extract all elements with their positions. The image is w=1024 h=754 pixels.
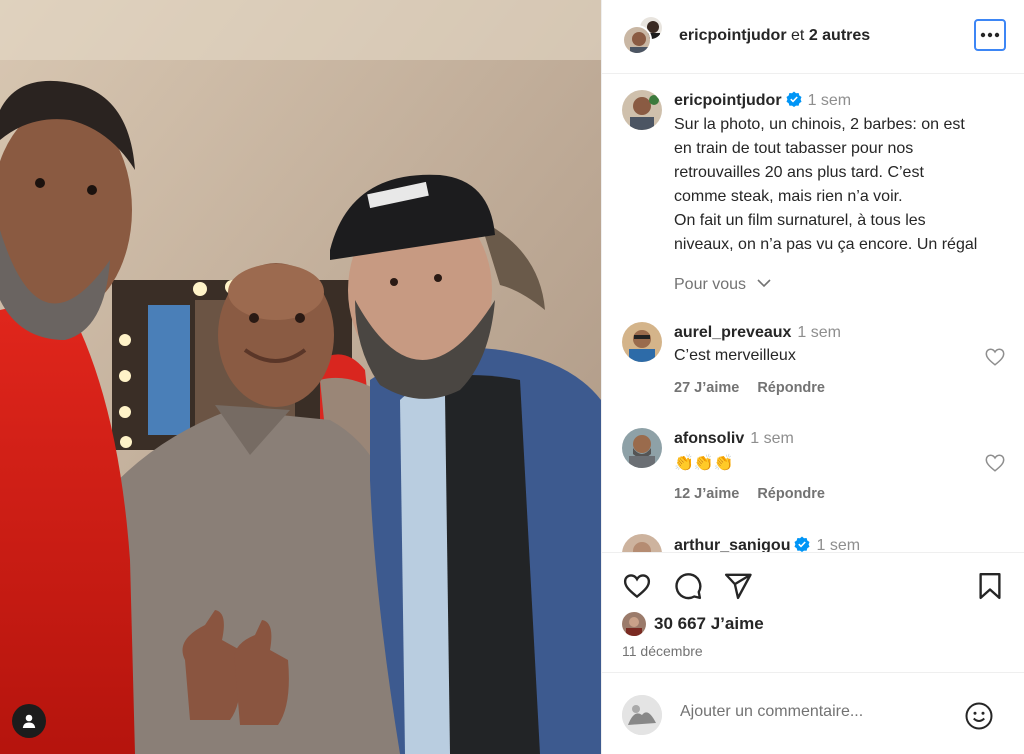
likes-count[interactable]: 30 667 J’aime [654,614,764,634]
heart-icon[interactable] [622,571,652,601]
comment-bubble-icon[interactable] [673,571,703,601]
paper-plane-icon[interactable] [723,571,753,601]
header-connector: et [791,27,805,44]
comment-header: aurel_preveaux 1 sem [674,324,841,342]
post-photo [0,0,601,754]
comment-username[interactable]: aurel_preveaux [674,324,791,341]
comment-time: 1 sem [797,324,841,341]
collaborators-avatars[interactable] [622,15,666,59]
comment-text: 👏👏👏 [674,455,734,472]
comment-username[interactable]: arthur_sanigou [674,537,790,552]
avatar [622,25,652,55]
caption-username[interactable]: ericpointjudor [674,92,782,109]
reply-button[interactable]: Répondre [757,486,825,502]
comment-input[interactable] [680,703,950,721]
verified-badge-icon [786,91,802,107]
header-username[interactable]: ericpointjudor [679,27,787,44]
post-actions: 30 667 J’aime 11 décembre [602,552,1024,672]
more-options-button[interactable] [974,19,1006,51]
add-comment-bar [602,672,1024,754]
comment-avatar[interactable] [622,322,662,362]
post-side-panel: ericpointjudor et 2 autres ericpointjudo… [601,0,1024,754]
reply-button[interactable]: Répondre [757,380,825,396]
comment-likes[interactable]: 12 J’aime [674,486,739,502]
pour-vous-dropdown[interactable]: Pour vous [674,276,771,294]
likes-summary[interactable]: 30 667 J’aime [622,612,764,636]
verified-badge-icon [794,536,810,552]
header-title: ericpointjudor et 2 autres [679,27,870,45]
pour-vous-label: Pour vous [674,276,747,293]
caption-line: On fait un film surnaturel, à tous les [674,212,926,229]
caption-text: Sur la photo, un chinois, 2 barbes: on e… [674,113,1014,257]
comment-time: 1 sem [750,430,794,447]
comment-avatar[interactable] [622,428,662,468]
caption-line: niveaux, on n’a pas vu ça encore. Un rég… [674,236,978,253]
smiley-icon[interactable] [964,701,994,731]
comment-likes[interactable]: 27 J’aime [674,380,739,396]
caption-line: retrouvailles 20 ans plus tard. C’est [674,164,924,181]
post-date: 11 décembre [622,643,703,659]
comment-meta: 27 J’aime Répondre [674,380,825,396]
photo-illustration [0,0,601,754]
comment-time: 1 sem [816,537,861,552]
comment-header: arthur_sanigou 1 sem [674,536,860,552]
bookmark-icon[interactable] [975,571,1005,601]
header-others-link[interactable]: 2 autres [809,27,870,44]
comment-like-heart-icon[interactable] [984,452,1006,474]
comment-like-heart-icon[interactable] [984,346,1006,368]
tag-user-button[interactable] [12,704,46,738]
caption-line: Sur la photo, un chinois, 2 barbes: on e… [674,116,965,133]
more-horizontal-icon [980,32,1000,38]
comment-username[interactable]: afonsoliv [674,430,744,447]
comment-avatar[interactable] [622,534,662,552]
post-header: ericpointjudor et 2 autres [602,0,1024,74]
liker-avatar [622,612,646,636]
caption-avatar[interactable] [622,90,662,130]
chevron-down-icon [756,279,771,288]
caption-line: comme steak, mais rien n’a voir. [674,188,903,205]
caption-time: 1 sem [807,92,852,109]
caption-line: en train de tout tabasser pour nos [674,140,914,157]
comments-list[interactable]: ericpointjudor 1 sem Sur la photo, un chi… [602,74,1024,552]
comment-meta: 12 J’aime Répondre [674,486,825,502]
current-user-avatar [622,695,662,735]
user-tag-icon [22,714,36,728]
caption-header: ericpointjudor 1 sem [674,91,851,110]
comment-header: afonsoliv 1 sem [674,430,794,448]
comment-text: C’est merveilleux [674,347,796,364]
